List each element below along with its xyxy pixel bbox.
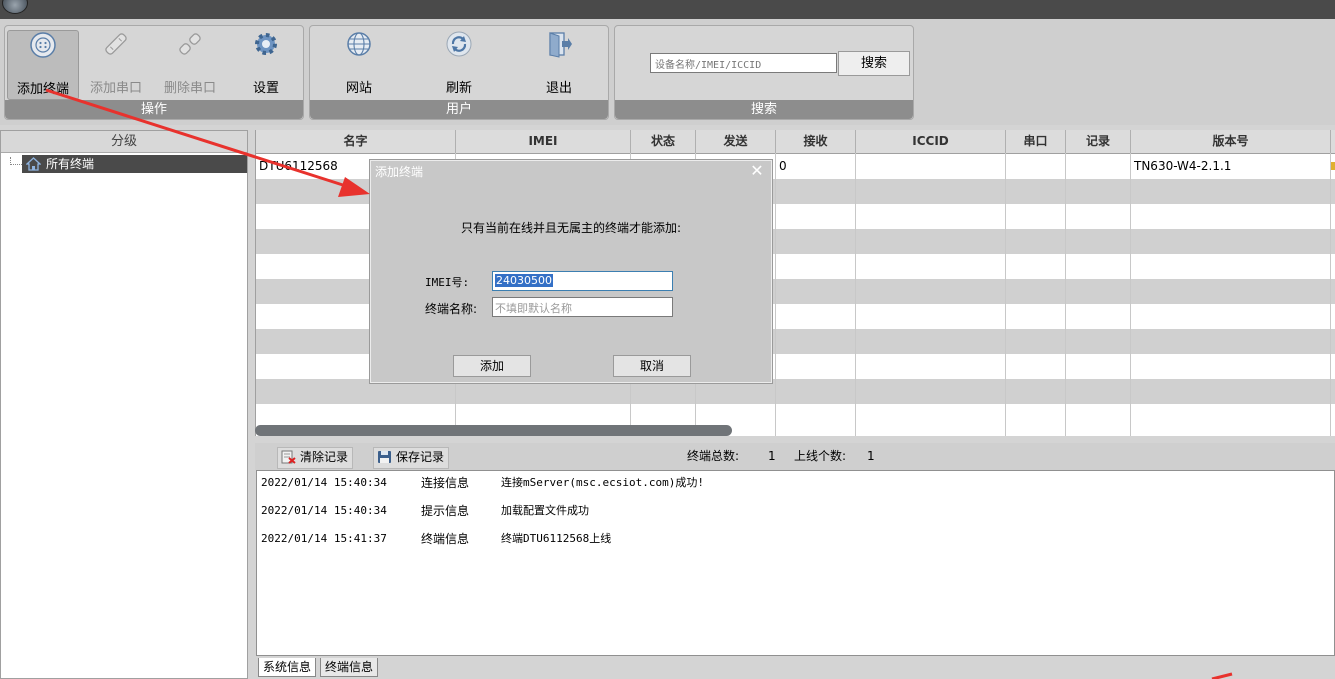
add-serial-button[interactable]: 添加串口 (81, 30, 151, 98)
save-log-label: 保存记录 (396, 450, 445, 464)
settings-button[interactable]: 设置 (231, 30, 301, 98)
delete-serial-label: 删除串口 (163, 81, 216, 96)
imei-field[interactable]: 24030500 (492, 271, 673, 291)
refresh-button[interactable]: 刷新 (424, 30, 494, 98)
terminal-total-label: 终端总数: (687, 449, 740, 463)
column-divider (1130, 153, 1131, 436)
terminal-name-label: 终端名称: (425, 302, 478, 316)
log-list[interactable]: 2022/01/14 15:40:34 连接信息 连接mServer(msc.e… (256, 470, 1335, 656)
cancel-button[interactable]: 取消 (613, 355, 691, 377)
column-header-imei[interactable]: IMEI ^ (456, 130, 631, 153)
column-header-version[interactable]: 版本号 (1131, 130, 1331, 153)
row-status-marker (1331, 162, 1335, 170)
cell-name: DTU6112568 (259, 159, 338, 173)
column-header-record[interactable]: 记录 (1066, 130, 1131, 153)
search-input[interactable]: 设备名称/IMEI/ICCID (650, 53, 837, 73)
website-label: 网站 (345, 81, 372, 96)
log-message: 连接mServer(msc.ecsiot.com)成功! (501, 476, 704, 489)
online-count-label: 上线个数: (794, 449, 847, 463)
tree-header: 分级 (1, 131, 247, 153)
horizontal-scrollbar-thumb[interactable] (255, 425, 732, 436)
terminal-name-field[interactable]: 不填即默认名称 (492, 297, 673, 317)
ribbon-group-operations: 添加终端 添加串口 删除串口 设置 操作 (4, 25, 304, 120)
gear-icon (255, 33, 277, 55)
add-terminal-dialog: 添加终端 ✕ 只有当前在线并且无属主的终端才能添加: IMEI号: 240305… (370, 160, 772, 383)
add-terminal-icon (30, 32, 56, 58)
tab-system-info[interactable]: 系统信息 (258, 658, 317, 677)
settings-label: 设置 (252, 81, 279, 96)
exit-label: 退出 (545, 81, 572, 96)
tree-item-all-terminals[interactable]: 所有终端 (22, 155, 247, 173)
tree-panel (0, 130, 248, 679)
group-label-operations: 操作 (5, 100, 303, 119)
log-type: 终端信息 (421, 532, 470, 546)
refresh-icon (446, 31, 472, 57)
column-divider (1065, 153, 1066, 436)
title-bar (0, 0, 1335, 19)
bottom-tab-bar: 系统信息 终端信息 (256, 657, 1335, 679)
table-header: 名字 IMEI ^ 状态 发送 接收 ICCID 串口 记录 版本号 (256, 130, 1335, 154)
ribbon-group-user: 网站 刷新 退出 用户 (309, 25, 609, 120)
log-message: 加载配置文件成功 (501, 504, 589, 517)
group-label-user: 用户 (310, 100, 608, 119)
clear-log-icon (281, 450, 296, 464)
column-header-receive[interactable]: 接收 (776, 130, 856, 153)
add-serial-label: 添加串口 (89, 81, 142, 96)
log-message: 终端DTU6112568上线 (501, 532, 612, 545)
add-button[interactable]: 添加 (453, 355, 531, 377)
exit-icon (549, 32, 572, 58)
terminal-name-placeholder: 不填即默认名称 (495, 302, 572, 315)
column-divider (1005, 153, 1006, 436)
column-divider (1330, 153, 1331, 436)
add-serial-icon (105, 33, 127, 55)
close-icon[interactable]: ✕ (749, 162, 765, 180)
column-divider (855, 153, 856, 436)
column-header-iccid[interactable]: ICCID (856, 130, 1006, 153)
tree-item-label: 所有终端 (46, 157, 95, 171)
log-type: 连接信息 (421, 476, 470, 490)
tab-terminal-info[interactable]: 终端信息 (320, 658, 379, 677)
column-header-send[interactable]: 发送 (696, 130, 776, 153)
save-log-button[interactable]: 保存记录 (373, 447, 450, 469)
delete-serial-button[interactable]: 删除串口 (155, 30, 225, 98)
cell-receive: 0 (779, 159, 787, 173)
refresh-label: 刷新 (445, 81, 472, 96)
imei-field-value: 24030500 (495, 274, 553, 287)
home-icon (26, 157, 41, 171)
globe-icon (347, 32, 371, 56)
log-toolbar: 清除记录 保存记录 终端总数: 1 上线个数: 1 (255, 443, 1335, 470)
group-label-search: 搜索 (615, 100, 913, 119)
terminal-total-value: 1 (768, 449, 776, 463)
add-terminal-label: 添加终端 (16, 82, 69, 97)
column-header-status[interactable]: 状态 (631, 130, 696, 153)
add-terminal-button[interactable]: 添加终端 (7, 30, 79, 100)
exit-button[interactable]: 退出 (524, 30, 594, 98)
log-time: 2022/01/14 15:41:37 (261, 532, 387, 545)
search-button[interactable]: 搜索 (838, 51, 910, 76)
online-count-value: 1 (867, 449, 875, 463)
dialog-title: 添加终端 (375, 165, 424, 179)
log-type: 提示信息 (421, 504, 470, 518)
imei-field-label: IMEI号: (425, 276, 470, 289)
cell-version: TN630-W4-2.1.1 (1134, 159, 1232, 173)
log-time: 2022/01/14 15:40:34 (261, 504, 387, 517)
dialog-message: 只有当前在线并且无属主的终端才能添加: (460, 221, 682, 235)
delete-serial-icon (179, 33, 201, 55)
sort-ascending-icon: ^ (538, 130, 546, 137)
save-disk-icon (378, 451, 391, 463)
column-divider (775, 153, 776, 436)
website-button[interactable]: 网站 (324, 30, 394, 98)
log-time: 2022/01/14 15:40:34 (261, 476, 387, 489)
column-header-name[interactable]: 名字 (256, 130, 456, 153)
clear-log-label: 清除记录 (300, 450, 349, 464)
tree-connector (10, 157, 22, 165)
column-header-serial[interactable]: 串口 (1006, 130, 1066, 153)
clear-log-button[interactable]: 清除记录 (277, 447, 354, 469)
